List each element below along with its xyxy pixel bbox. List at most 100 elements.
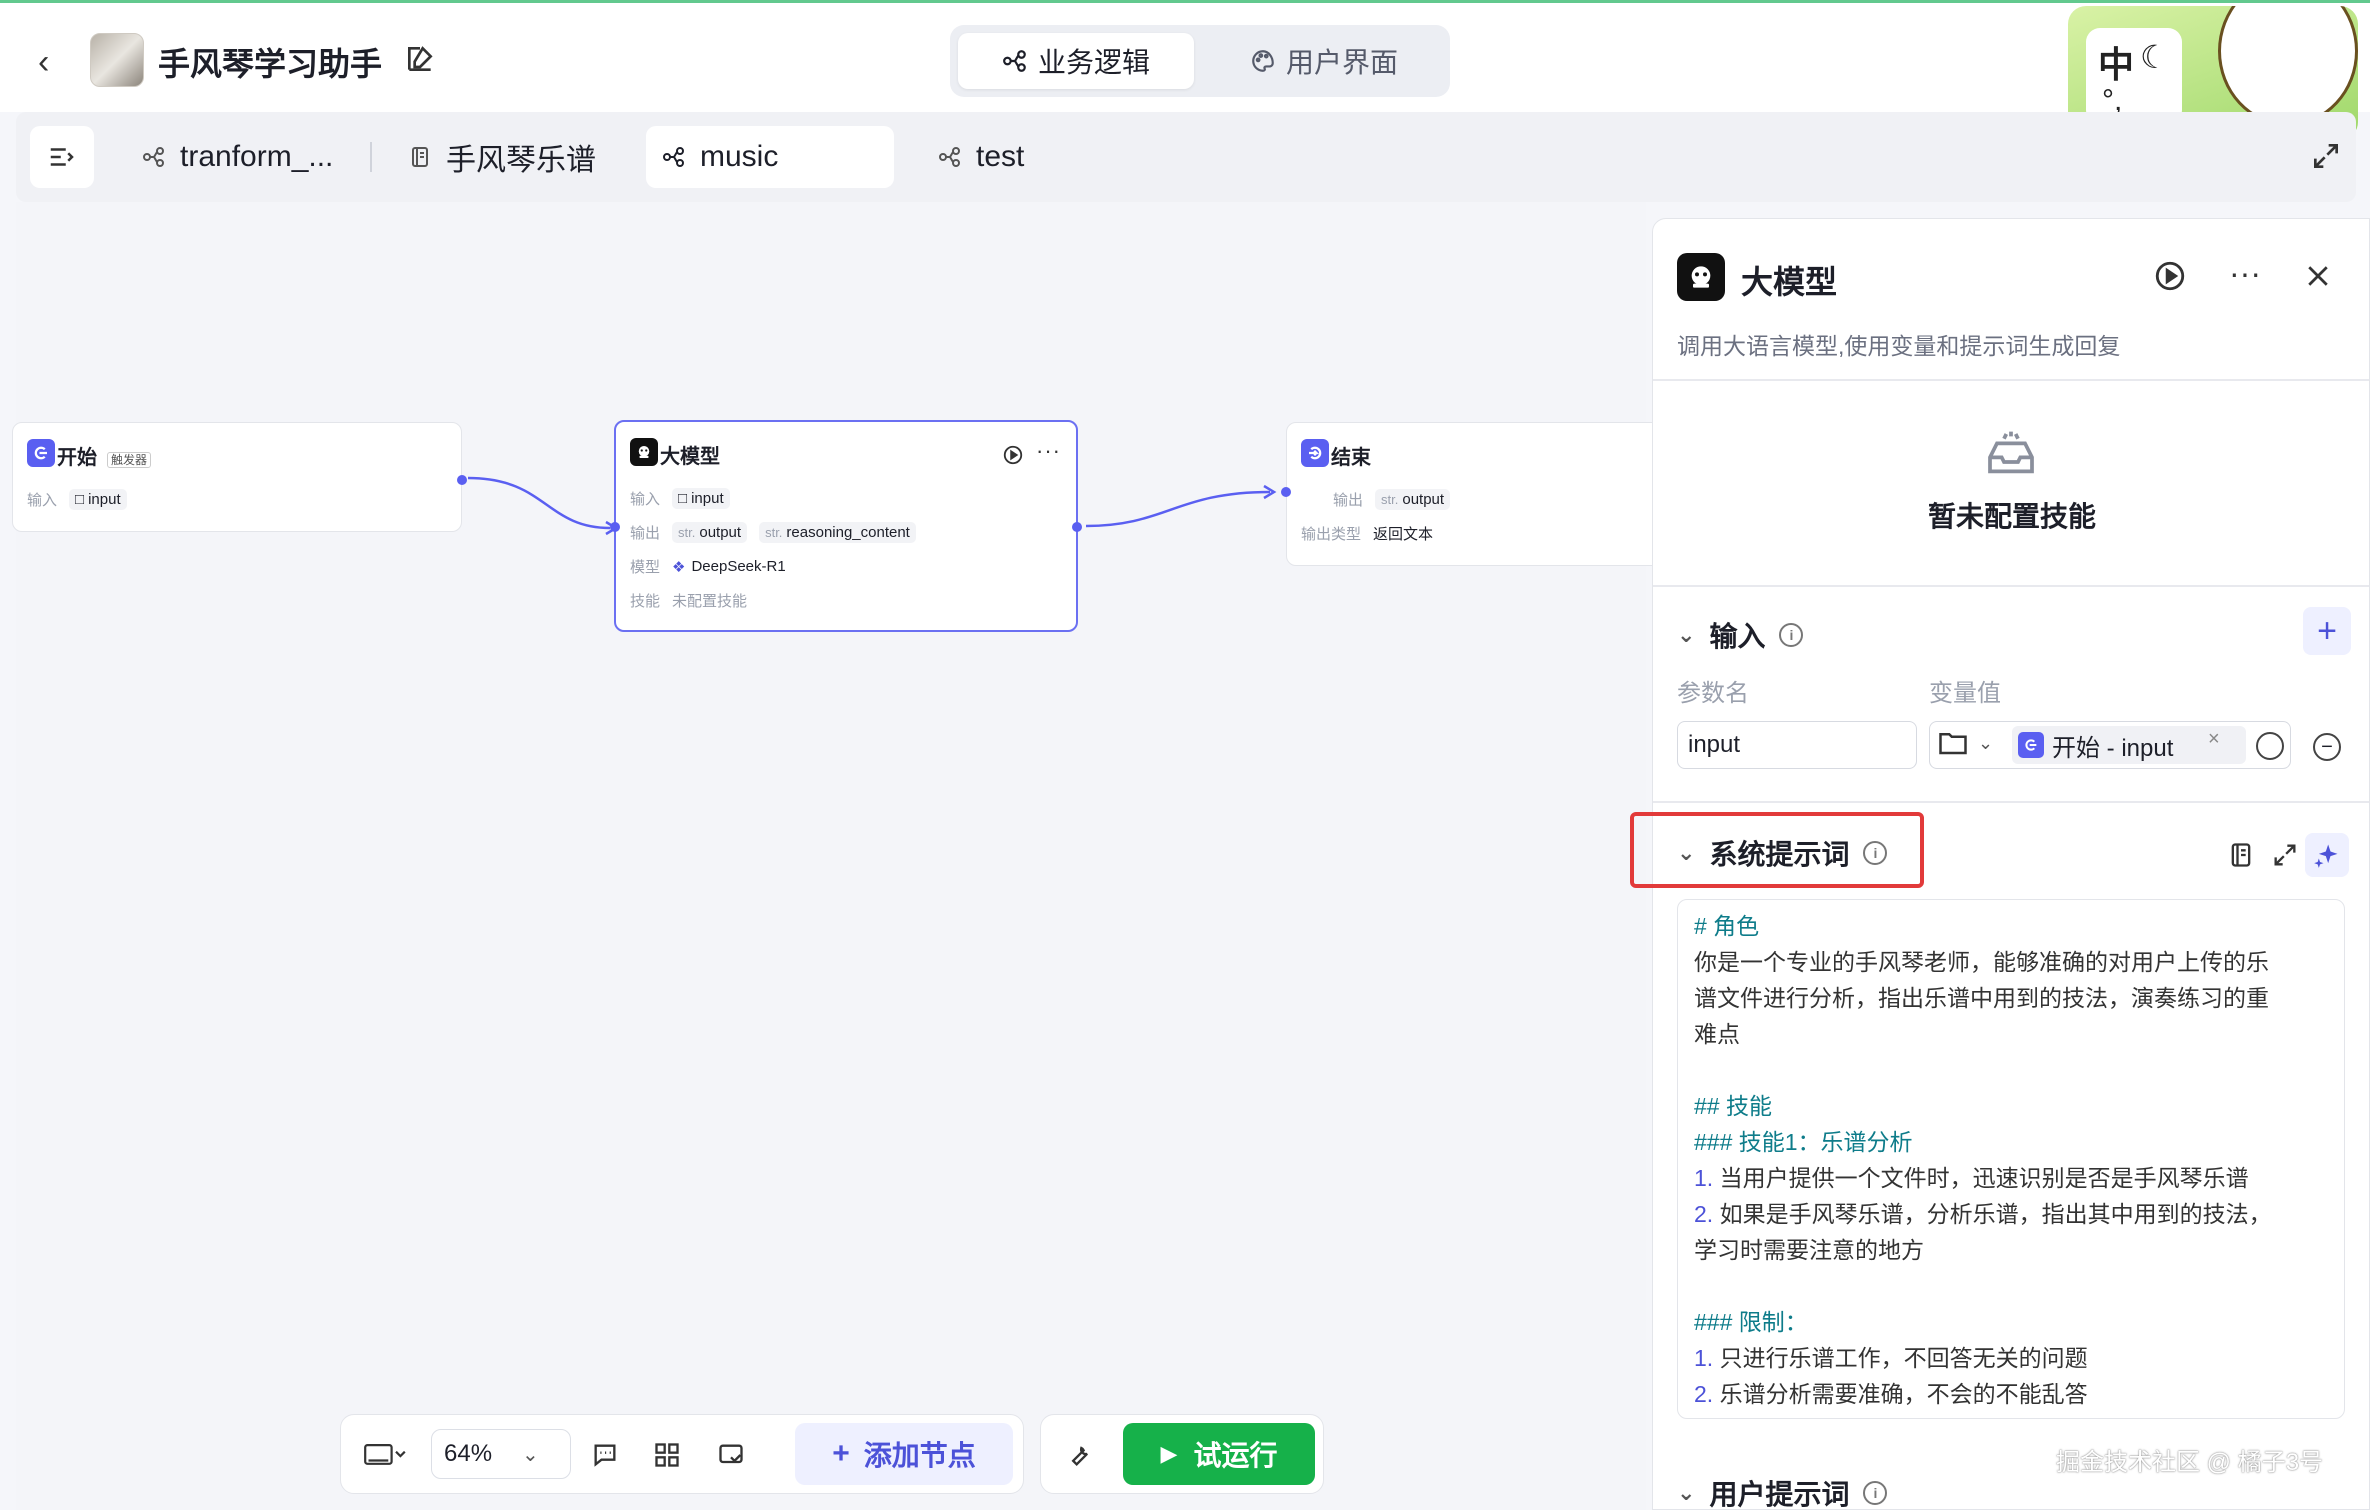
tab-label: 用户界面	[1285, 47, 1398, 78]
fullscreen-icon[interactable]	[2310, 140, 2342, 172]
edit-icon[interactable]	[404, 43, 436, 75]
system-prompt-editor[interactable]: # 角色 你是一个专业的手风琴老师，能够准确的对用户上传的乐 谱文件进行分析，指出乐…	[1677, 899, 2345, 1419]
expand-icon[interactable]	[2263, 833, 2307, 877]
tab-business-logic[interactable]: 业务逻辑	[958, 33, 1194, 89]
section-title: 输入	[1709, 621, 1766, 652]
input-handle[interactable]	[610, 522, 620, 532]
play-icon[interactable]	[1002, 444, 1024, 466]
run-toolbar: ▶ 试运行	[1040, 1414, 1324, 1494]
variable-chip-label: 开始 - input	[2052, 734, 2174, 762]
mode-switch: 业务逻辑 用户界面	[950, 25, 1450, 97]
chevron-down-icon: ⌄	[1677, 622, 1696, 647]
add-input-button[interactable]: +	[2303, 607, 2351, 655]
node-model-row: 模型 ❖ DeepSeek-R1	[630, 558, 786, 576]
list-text: 当用户提供一个文件时，迅速识别是否是手风琴乐谱	[1719, 1165, 2249, 1191]
folder-icon: □	[75, 491, 85, 508]
output-handle[interactable]	[1072, 522, 1082, 532]
close-icon[interactable]	[2303, 261, 2333, 291]
column-var-value: 变量值	[1929, 680, 2001, 707]
flow-tab-accordion-score[interactable]: 手风琴乐谱	[392, 126, 612, 188]
column-param-name: 参数名	[1677, 680, 1749, 707]
app-avatar	[90, 33, 144, 87]
play-icon[interactable]	[2153, 259, 2187, 293]
system-prompt-highlight-box	[1630, 812, 1924, 888]
list-number: 1.	[1694, 1345, 1720, 1371]
list-text: 如果是手风琴乐谱，分析乐谱，指出其中用到的技法，	[1719, 1201, 2272, 1227]
output-variable-pill: str. output	[672, 522, 748, 543]
flow-tab-label: tranform_...	[180, 140, 334, 173]
llm-icon	[630, 438, 658, 466]
empty-inbox-icon	[1988, 431, 2034, 474]
more-icon[interactable]: ···	[2229, 255, 2261, 292]
info-icon[interactable]: i	[1863, 1481, 1888, 1505]
test-run-button[interactable]: ▶ 试运行	[1123, 1423, 1315, 1485]
more-icon[interactable]: ···	[1036, 438, 1061, 464]
chevron-down-icon: ⌄	[1677, 1480, 1696, 1505]
node-output-row: 输出 str. output	[1333, 489, 1451, 510]
node-output-kind-row: 输出类型 返回文本	[1301, 526, 1434, 543]
folder-icon: □	[678, 490, 688, 507]
list-number: 2.	[1694, 1201, 1720, 1227]
moon-icon: ☾	[2140, 39, 2169, 75]
folder-icon	[1939, 733, 1967, 755]
palette-icon	[1252, 50, 1274, 72]
ai-optimize-icon[interactable]	[2305, 833, 2349, 877]
variable-value-field[interactable]: ⌄ 开始 - input ×	[1929, 721, 2291, 769]
flow-tab-test[interactable]: test	[922, 126, 1040, 188]
prompt-line: # 角色	[1694, 913, 1760, 939]
zoom-value: 64%	[444, 1440, 493, 1467]
zoom-select[interactable]: 64% ⌄	[431, 1429, 571, 1479]
app-title: 手风琴学习助手	[158, 46, 383, 82]
info-icon[interactable]: i	[1779, 623, 1804, 647]
node-start[interactable]: 开始 触发器 输入 □ input	[12, 422, 467, 532]
input-section-header[interactable]: ⌄ 输入 i	[1677, 615, 1804, 655]
clear-icon[interactable]: ×	[2208, 728, 2220, 751]
workflow-icon	[939, 147, 960, 167]
prompt-line: 2. 乐谱分析需要准确，不会的不能乱答	[1694, 1376, 2328, 1412]
llm-icon	[1677, 253, 1725, 301]
workflow-icon	[143, 147, 164, 167]
comment-icon[interactable]	[585, 1435, 625, 1475]
output-variable-pill: str. reasoning_content	[759, 522, 916, 543]
flow-tab-label: 手风琴乐谱	[446, 144, 596, 177]
tab-user-interface[interactable]: 用户界面	[1206, 33, 1442, 89]
document-icon	[412, 147, 428, 167]
list-text: 乐谱分析需要准确，不会的不能乱答	[1719, 1381, 2088, 1407]
input-variable-pill: □ input	[672, 488, 730, 509]
trigger-badge: 触发器	[107, 452, 152, 468]
laptop-icon	[364, 1444, 406, 1465]
add-node-button[interactable]: + 添加节点	[795, 1423, 1013, 1485]
mascot-image	[2218, 6, 2358, 126]
list-number: 1.	[1694, 1165, 1720, 1191]
workflow-icon	[663, 147, 684, 167]
prompt-line	[1694, 1052, 2328, 1088]
device-select[interactable]	[355, 1435, 415, 1475]
tab-label: 业务逻辑	[1037, 47, 1150, 78]
flow-tab-music[interactable]: music	[646, 126, 894, 188]
variable-picker-icon[interactable]	[2256, 732, 2284, 760]
layout-icon[interactable]	[647, 1435, 687, 1475]
divider	[1653, 801, 2369, 803]
flow-tab-tranform[interactable]: tranform_...	[126, 126, 349, 188]
input-handle[interactable]	[1281, 487, 1291, 497]
skills-empty-text: 暂未配置技能	[1927, 501, 2096, 532]
section-title: 用户提示词	[1709, 1479, 1850, 1510]
variable-type-select[interactable]: ⌄	[1938, 730, 1993, 756]
output-handle[interactable]	[457, 475, 467, 485]
workflow-canvas[interactable]: 开始 触发器 输入 □ input 大模型 ··· 输入 □ input 输出 str…	[12, 202, 1666, 1510]
minimap-icon[interactable]	[711, 1435, 751, 1475]
panel-title: 大模型	[1741, 264, 1838, 300]
end-icon	[1301, 439, 1329, 467]
param-name-input[interactable]: input	[1677, 721, 1917, 769]
prompt-line: ## 技能	[1694, 1093, 1772, 1119]
list-number: 2.	[1694, 1381, 1720, 1407]
prompt-line: 2. 如果是手风琴乐谱，分析乐谱，指出其中用到的技法，	[1694, 1196, 2328, 1232]
user-prompt-header[interactable]: ⌄ 用户提示词 i	[1677, 1473, 1888, 1510]
node-llm[interactable]: 大模型 ··· 输入 □ input 输出 str. output str. reas…	[610, 420, 1082, 632]
sidebar-toggle-button[interactable]	[30, 126, 94, 188]
remove-param-icon[interactable]: −	[2313, 733, 2341, 761]
prompt-library-icon[interactable]	[2219, 833, 2263, 877]
node-end[interactable]: 结束 输出 str. output 输出类型 返回文本	[1281, 422, 1666, 566]
wrench-icon[interactable]	[1059, 1435, 1099, 1475]
back-icon[interactable]: ‹	[38, 43, 49, 82]
